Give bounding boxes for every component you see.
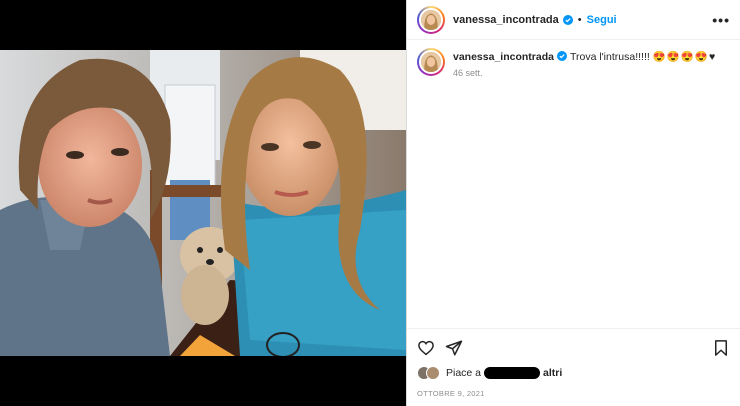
caption: vanessa_incontrada Trova l'intrusa!!!!! 😍… [407, 40, 740, 78]
redacted-username [484, 367, 541, 379]
caption-emojis: 😍😍😍😍♥ [652, 51, 717, 63]
paper-plane-icon[interactable] [445, 339, 463, 357]
more-options-icon[interactable]: ••• [712, 13, 730, 27]
instagram-post: vanessa_incontrada • Segui ••• vanessa_i… [0, 0, 740, 406]
avatar-image [419, 50, 443, 74]
username[interactable]: vanessa_incontrada [453, 14, 559, 26]
follow-button[interactable]: Segui [587, 14, 617, 26]
post-media[interactable] [0, 0, 406, 406]
caption-line: vanessa_incontrada Trova l'intrusa!!!!! 😍… [453, 50, 716, 64]
caption-body: vanessa_incontrada Trova l'intrusa!!!!! 😍… [453, 48, 716, 78]
caption-text: Trova l'intrusa!!!!! [569, 51, 650, 63]
post-photo[interactable] [0, 50, 406, 356]
avatar-illustration [421, 52, 441, 72]
action-bar [407, 328, 740, 357]
likes-prefix: Piace a [446, 367, 482, 379]
separator-dot: • [577, 13, 582, 26]
liker-avatar [426, 366, 440, 380]
avatar-image [419, 7, 443, 32]
caption-username[interactable]: vanessa_incontrada [453, 51, 554, 63]
heart-icon[interactable] [417, 339, 435, 357]
caption-avatar[interactable] [417, 48, 445, 76]
selfie-photo-illustration [0, 50, 406, 356]
likes-others-link[interactable]: altri [543, 367, 562, 379]
liker-avatars[interactable] [417, 366, 440, 380]
likes-summary: Piace a altri [417, 366, 562, 380]
avatar-illustration [421, 9, 441, 30]
post-header: vanessa_incontrada • Segui ••• [407, 0, 740, 40]
post-date[interactable]: OTTOBRE 9, 2021 [417, 389, 485, 398]
post-details-panel: vanessa_incontrada • Segui ••• vanessa_i… [406, 0, 740, 406]
profile-avatar[interactable] [417, 5, 445, 34]
verified-badge-icon [556, 51, 567, 61]
verified-badge-icon [562, 14, 573, 25]
relative-timestamp[interactable]: 46 sett. [453, 68, 716, 78]
bookmark-icon[interactable] [712, 339, 730, 357]
